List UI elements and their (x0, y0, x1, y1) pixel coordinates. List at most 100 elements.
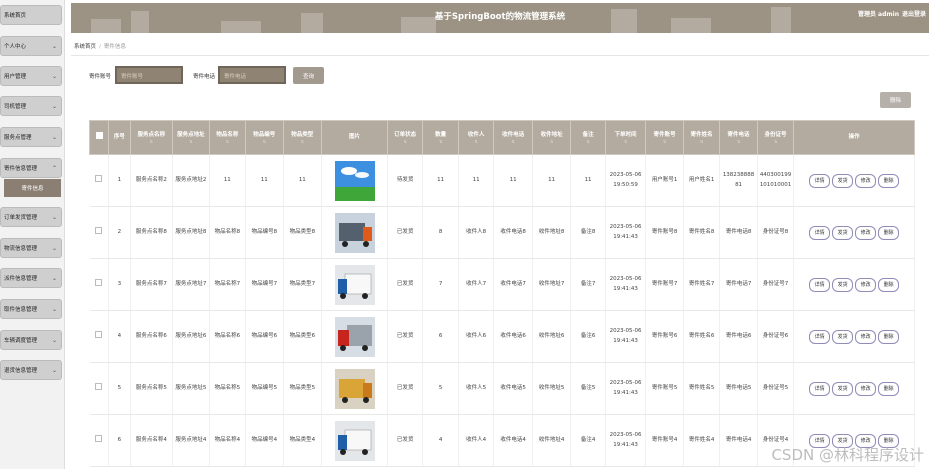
delete-button[interactable]: 删除 (878, 381, 900, 396)
item-photo[interactable] (324, 316, 385, 357)
search-button[interactable]: 查询 (293, 67, 324, 84)
sort-icon[interactable]: ⇅ (496, 139, 530, 144)
sort-icon[interactable]: ⇅ (535, 139, 569, 144)
row-checkbox[interactable] (95, 434, 103, 442)
sort-icon[interactable]: ⇅ (212, 139, 243, 144)
col-header[interactable]: 服务点名称 ⇅ (129, 120, 174, 155)
sidebar-item-drivers[interactable]: 司机管理 ⌄ (0, 96, 62, 116)
detail-button[interactable]: 详情 (809, 225, 831, 240)
row-select-cell[interactable] (89, 154, 110, 207)
col-header[interactable]: 寄件姓名 ⇅ (682, 120, 721, 155)
detail-button[interactable]: 详情 (809, 277, 831, 292)
delete-button[interactable]: 删除 (878, 173, 900, 188)
phone-search-input[interactable]: 寄件电话 (218, 66, 286, 84)
row-checkbox[interactable] (95, 330, 103, 338)
breadcrumb-home[interactable]: 系统首页 (74, 44, 96, 50)
select-all-checkbox[interactable] (95, 132, 103, 140)
sort-icon[interactable]: ⇅ (686, 139, 717, 144)
sidebar-item-delivery[interactable]: 派件信息管理 ⌄ (0, 268, 62, 288)
sidebar-item-returns[interactable]: 退货信息管理 ⌄ (0, 360, 62, 380)
sort-icon[interactable]: ⇅ (608, 139, 644, 144)
col-header[interactable]: 物品编号 ⇅ (245, 120, 284, 155)
sort-icon[interactable]: ⇅ (648, 139, 681, 144)
cell-status: 已发货 (387, 258, 424, 311)
cell-item-no: 物品编号6 (245, 310, 284, 363)
sort-icon[interactable]: ⇅ (248, 139, 281, 144)
col-header[interactable]: 下单时间 ⇅ (604, 120, 647, 155)
account-search-input[interactable]: 寄件账号 (115, 66, 183, 84)
edit-button[interactable]: 修改 (855, 329, 877, 344)
sort-icon[interactable]: ⇅ (425, 139, 455, 144)
row-checkbox[interactable] (95, 226, 103, 234)
ship-button[interactable]: 发货 (832, 225, 854, 240)
col-header[interactable]: 寄件电话 ⇅ (719, 120, 758, 155)
row-checkbox[interactable] (95, 174, 103, 182)
col-header[interactable]: 身份证号 ⇅ (756, 120, 795, 155)
sort-icon[interactable]: ⇅ (573, 139, 602, 144)
item-photo[interactable] (324, 264, 385, 305)
detail-button[interactable]: 详情 (809, 329, 831, 344)
sort-icon[interactable]: ⇅ (722, 139, 755, 144)
col-header-label: 序号 (113, 134, 125, 141)
sort-icon[interactable]: ⇅ (760, 139, 791, 144)
ship-button[interactable]: 发货 (832, 381, 854, 396)
col-header[interactable]: 订单状态 ⇅ (386, 120, 424, 155)
sidebar-item-home[interactable]: 系统首页 (0, 5, 62, 25)
row-checkbox[interactable] (95, 278, 103, 286)
sidebar-item-label: 服务点管理 (4, 135, 32, 141)
cell-item-type: 11 (283, 154, 323, 207)
detail-button[interactable]: 详情 (809, 381, 831, 396)
sort-icon[interactable]: ⇅ (390, 139, 420, 144)
cell-image (321, 310, 388, 363)
ship-button[interactable]: 发货 (832, 173, 854, 188)
row-select-cell[interactable] (89, 362, 110, 415)
sidebar-item-service-points[interactable]: 服务点管理 ⌄ (0, 127, 62, 147)
col-header[interactable]: 服务点地址 ⇅ (172, 120, 210, 155)
sidebar-item-orders[interactable]: 订单发货管理 ⌄ (0, 207, 62, 227)
edit-button[interactable]: 修改 (855, 381, 877, 396)
edit-button[interactable]: 修改 (855, 225, 877, 240)
row-select-cell[interactable] (89, 206, 110, 259)
col-header[interactable]: 寄件账号 ⇅ (645, 120, 684, 155)
sort-icon[interactable]: ⇅ (133, 139, 171, 144)
col-header[interactable]: 数量 ⇅ (422, 120, 459, 155)
sort-icon[interactable]: ⇅ (461, 139, 491, 144)
delete-button[interactable]: 删除 (878, 277, 900, 292)
row-select-cell[interactable] (89, 414, 110, 467)
cell-name: 用户姓名1 (683, 154, 721, 207)
item-photo[interactable] (324, 368, 385, 409)
batch-delete-button[interactable]: 删除 (880, 92, 911, 108)
sidebar-item-dispatch[interactable]: 车辆调度管理 ⌄ (0, 330, 62, 350)
item-photo[interactable] (324, 160, 385, 201)
col-header[interactable]: 收件电话 ⇅ (493, 120, 533, 155)
item-photo[interactable] (324, 420, 385, 461)
edit-button[interactable]: 修改 (855, 173, 877, 188)
row-select-cell[interactable] (89, 258, 110, 311)
col-header[interactable]: 收件地址 ⇅ (531, 120, 572, 155)
row-checkbox[interactable] (95, 382, 103, 390)
col-header[interactable]: 备注 ⇅ (570, 120, 606, 155)
ship-button[interactable]: 发货 (832, 277, 854, 292)
col-header[interactable]: 收件人 ⇅ (457, 120, 495, 155)
detail-button[interactable]: 详情 (809, 173, 831, 188)
sidebar-item-pickup[interactable]: 取件信息管理 ⌄ (0, 299, 62, 319)
edit-button[interactable]: 修改 (855, 277, 877, 292)
sort-icon[interactable]: ⇅ (175, 139, 206, 144)
sidebar-item-logistics[interactable]: 物流信息管理 ⌄ (0, 238, 62, 258)
cell-item-type: 物品类型8 (283, 206, 323, 259)
sidebar-item-profile[interactable]: 个人中心 ⌄ (0, 36, 62, 56)
select-all-cell[interactable] (88, 120, 110, 155)
sidebar-item-users[interactable]: 用户管理 ⌄ (0, 66, 62, 86)
sidebar-subitem-shipping-info[interactable]: 寄件信息 (4, 179, 61, 197)
sort-icon[interactable]: ⇅ (286, 139, 320, 144)
col-header[interactable]: 物品名称 ⇅ (208, 120, 247, 155)
logout-link[interactable]: 退出登录 (902, 11, 926, 18)
row-select-cell[interactable] (89, 310, 110, 363)
col-header[interactable]: 物品类型 ⇅ (282, 120, 323, 155)
item-photo[interactable] (324, 212, 385, 253)
cell-time: 2023-05-06 19:41:43 (605, 206, 647, 259)
sidebar-item-shipping[interactable]: 寄件信息管理 ⌃ (0, 158, 62, 178)
delete-button[interactable]: 删除 (878, 225, 900, 240)
ship-button[interactable]: 发货 (832, 329, 854, 344)
delete-button[interactable]: 删除 (878, 329, 900, 344)
